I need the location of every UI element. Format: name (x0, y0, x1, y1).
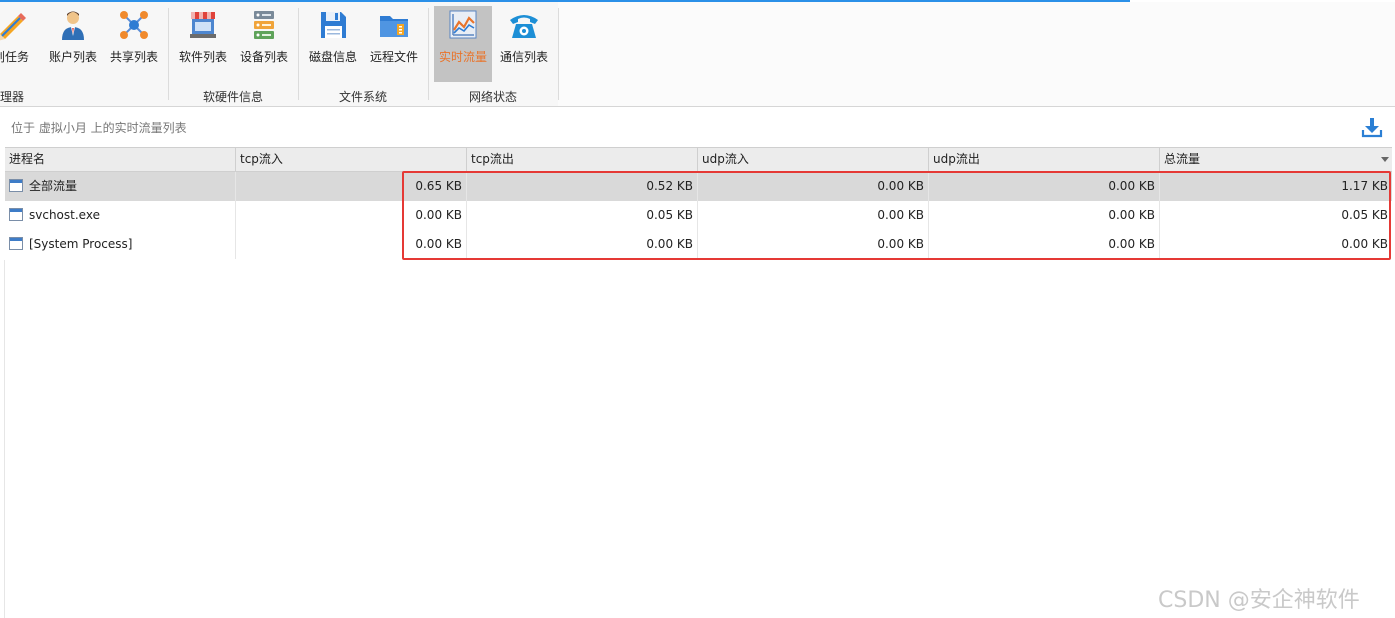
sort-descending-icon (1381, 157, 1389, 162)
ribbon-separator (168, 8, 169, 100)
remote-file-button[interactable]: 远程文件 (365, 6, 423, 82)
disk-info-button[interactable]: 磁盘信息 (304, 6, 362, 82)
cell-process-name: svchost.exe (5, 201, 236, 230)
group-label-network-status: 网络状态 (468, 90, 517, 104)
ribbon-toolbar: 划任务 账户列表 共享列表 (0, 2, 1395, 107)
software-list-button[interactable]: 软件列表 (174, 6, 232, 82)
cell-process-name: 全部流量 (5, 172, 236, 201)
ribbon-separator (558, 8, 559, 100)
column-header-total[interactable]: 总流量 (1160, 148, 1392, 171)
server-devices-icon (254, 11, 274, 39)
ribbon-separator (428, 8, 429, 100)
telephone-icon (510, 15, 538, 38)
ribbon-separator (298, 8, 299, 100)
highlight-annotation-box (402, 171, 1391, 260)
column-header-tcp-out[interactable]: tcp流出 (467, 148, 698, 171)
column-header-tcp-in[interactable]: tcp流入 (236, 148, 467, 171)
device-list-button[interactable]: 设备列表 (235, 6, 293, 82)
cell-process-name: [System Process] (5, 230, 236, 259)
group-label-file-system: 文件系统 (338, 90, 387, 104)
column-header-udp-out[interactable]: udp流出 (929, 148, 1160, 171)
download-icon[interactable] (1360, 116, 1384, 138)
watermark-text: CSDN @安企神软件 (1158, 588, 1360, 613)
ribbon-empty-area (558, 2, 1395, 106)
column-header-udp-in[interactable]: udp流入 (698, 148, 929, 171)
floppy-disk-icon (321, 12, 346, 38)
account-list-button[interactable]: 账户列表 (44, 6, 102, 82)
realtime-traffic-button[interactable]: 实时流量 (434, 6, 492, 82)
plan-task-button[interactable]: 划任务 (0, 6, 40, 82)
group-label-manager: 理器 (0, 90, 25, 104)
remote-file-folder-icon (380, 16, 408, 37)
pencil-icon (0, 13, 26, 41)
column-header-total-label: 总流量 (1164, 152, 1201, 166)
communication-list-button[interactable]: 通信列表 (495, 6, 553, 82)
share-network-icon (120, 11, 148, 39)
column-header-process-name[interactable]: 进程名 (5, 148, 236, 171)
location-caption: 位于 虚拟小月 上的实时流量列表 (11, 121, 187, 135)
line-chart-icon (449, 10, 477, 39)
software-store-icon (190, 12, 216, 38)
info-bar: 位于 虚拟小月 上的实时流量列表 (0, 107, 1395, 147)
table-header: 进程名 tcp流入 tcp流出 udp流入 udp流出 总流量 (5, 147, 1392, 172)
user-account-icon (62, 11, 84, 40)
group-label-hardware-software: 软硬件信息 (202, 90, 263, 104)
share-list-button[interactable]: 共享列表 (105, 6, 163, 82)
table-left-border (4, 260, 5, 618)
